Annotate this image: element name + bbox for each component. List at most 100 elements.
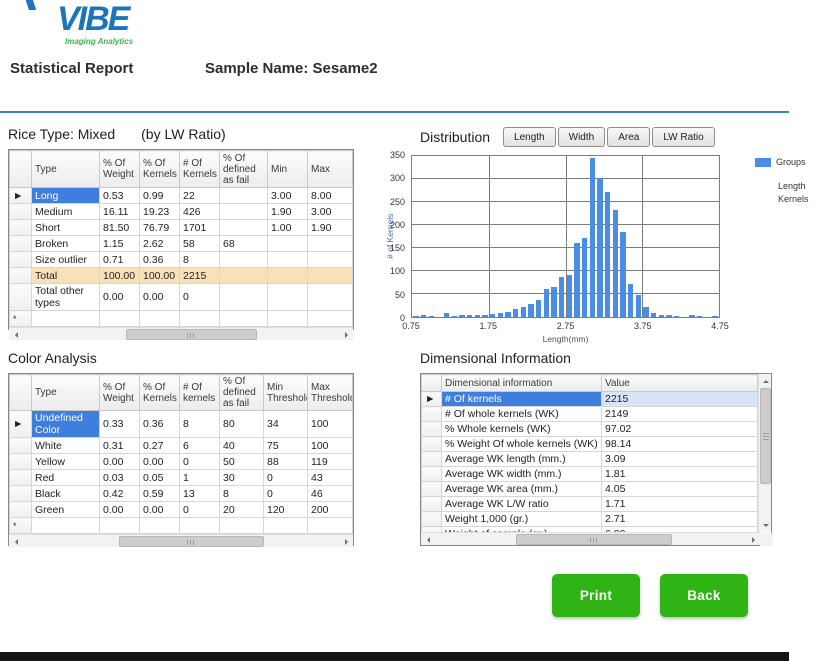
cell-metric-name[interactable]: # Of whole kernels (WK) — [442, 407, 602, 422]
cell-max-threshold[interactable]: 200 — [308, 502, 353, 518]
cell-type[interactable]: Short — [32, 220, 100, 236]
cell-metric-value[interactable]: 1.71 — [602, 497, 758, 512]
cell-num-kernels[interactable]: 0 — [180, 284, 220, 311]
cell-max-threshold[interactable]: 119 — [308, 454, 353, 470]
cell-min[interactable]: 1.90 — [268, 204, 308, 220]
cell-metric-name[interactable]: % Whole kernels (WK) — [442, 422, 602, 437]
row-selector-cell[interactable]: ► — [10, 411, 32, 438]
cell-num-kernels[interactable]: 22 — [180, 188, 220, 204]
cell-pct-fail[interactable] — [220, 268, 268, 284]
row-selector-cell[interactable]: ► — [10, 188, 32, 204]
cell-max-threshold[interactable]: 100 — [308, 411, 353, 438]
column-header-pct-fail[interactable]: % Of defined as fail — [220, 375, 264, 411]
cell-pct-fail[interactable]: 80 — [220, 411, 264, 438]
new-row-marker[interactable]: * — [10, 518, 32, 534]
cell-num-kernels[interactable]: 8 — [180, 252, 220, 268]
cell-metric-value[interactable]: 97.02 — [602, 422, 758, 437]
row-selector-cell[interactable] — [10, 454, 32, 470]
cell-pct-fail[interactable] — [220, 284, 268, 311]
cell-empty[interactable] — [32, 311, 100, 327]
cell-min-threshold[interactable]: 75 — [264, 438, 308, 454]
cell-empty[interactable] — [308, 518, 353, 534]
cell-pct-weight[interactable]: 1.15 — [100, 236, 140, 252]
cell-pct-kernels[interactable]: 100.00 — [140, 268, 180, 284]
row-selector-cell[interactable] — [10, 284, 32, 311]
cell-type[interactable]: Broken — [32, 236, 100, 252]
row-selector-cell[interactable] — [422, 407, 442, 422]
scrollbar-thumb[interactable] — [516, 534, 672, 545]
cell-min[interactable] — [268, 284, 308, 311]
vertical-scrollbar[interactable] — [758, 374, 771, 532]
cell-num-kernels[interactable]: 58 — [180, 236, 220, 252]
cell-pct-kernels[interactable]: 0.27 — [140, 438, 180, 454]
cell-min-threshold[interactable]: 34 — [264, 411, 308, 438]
cell-max[interactable] — [308, 268, 353, 284]
scroll-right-icon[interactable] — [340, 535, 353, 548]
cell-empty[interactable] — [100, 311, 140, 327]
scrollbar-thumb[interactable] — [126, 329, 257, 340]
column-header-min-threshold[interactable]: Min Threshold — [264, 375, 308, 411]
column-header-value[interactable]: Value — [602, 375, 758, 392]
column-header-pct-kernels[interactable]: % Of Kernels — [140, 151, 180, 188]
cell-empty[interactable] — [32, 518, 100, 534]
cell-min-threshold[interactable]: 0 — [264, 470, 308, 486]
cell-pct-weight[interactable]: 0.42 — [100, 486, 140, 502]
scroll-down-icon[interactable] — [759, 519, 771, 532]
cell-metric-value[interactable]: 2.71 — [602, 512, 758, 527]
cell-pct-kernels[interactable]: 19.23 — [140, 204, 180, 220]
scroll-right-icon[interactable] — [747, 533, 760, 546]
row-selector-cell[interactable] — [10, 486, 32, 502]
cell-pct-kernels[interactable]: 2.62 — [140, 236, 180, 252]
cell-num-kernels[interactable]: 1701 — [180, 220, 220, 236]
row-selector-cell[interactable] — [10, 220, 32, 236]
cell-pct-kernels[interactable]: 76.79 — [140, 220, 180, 236]
cell-min[interactable]: 3.00 — [268, 188, 308, 204]
row-header-corner[interactable] — [422, 375, 442, 392]
cell-empty[interactable] — [180, 518, 220, 534]
cell-pct-weight[interactable]: 100.00 — [100, 268, 140, 284]
row-selector-cell[interactable] — [10, 438, 32, 454]
row-selector-cell[interactable]: ► — [422, 392, 442, 407]
cell-max[interactable]: 3.00 — [308, 204, 353, 220]
horizontal-scrollbar[interactable] — [421, 532, 760, 545]
column-header-pct-fail[interactable]: % Of defined as fail — [220, 151, 268, 188]
cell-num-kernels[interactable]: 426 — [180, 204, 220, 220]
back-button[interactable]: Back — [660, 574, 748, 617]
cell-pct-fail[interactable] — [220, 204, 268, 220]
cell-pct-weight[interactable]: 0.31 — [100, 438, 140, 454]
cell-metric-name[interactable]: Average WK length (mm.) — [442, 452, 602, 467]
column-header-pct-kernels[interactable]: % Of Kernels — [140, 375, 180, 411]
cell-pct-weight[interactable]: 0.00 — [100, 502, 140, 518]
cell-max-threshold[interactable]: 43 — [308, 470, 353, 486]
cell-metric-value[interactable]: 3.09 — [602, 452, 758, 467]
cell-max[interactable] — [308, 236, 353, 252]
cell-pct-weight[interactable]: 0.03 — [100, 470, 140, 486]
cell-pct-kernels[interactable]: 0.00 — [140, 502, 180, 518]
row-selector-cell[interactable] — [422, 497, 442, 512]
cell-num-kernels[interactable]: 0 — [180, 454, 220, 470]
cell-pct-kernels[interactable]: 0.00 — [140, 454, 180, 470]
row-selector-cell[interactable] — [10, 252, 32, 268]
cell-type[interactable]: Black — [32, 486, 100, 502]
cell-pct-weight[interactable]: 0.71 — [100, 252, 140, 268]
cell-metric-name[interactable]: % Weight Of whole kernels (WK) — [442, 437, 602, 452]
cell-type[interactable]: Green — [32, 502, 100, 518]
cell-num-kernels[interactable]: 0 — [180, 502, 220, 518]
cell-empty[interactable] — [220, 311, 268, 327]
row-selector-cell[interactable] — [422, 422, 442, 437]
cell-type[interactable]: Long — [32, 188, 100, 204]
cell-empty[interactable] — [268, 311, 308, 327]
print-button[interactable]: Print — [552, 574, 640, 617]
row-selector-cell[interactable] — [10, 204, 32, 220]
scroll-left-icon[interactable] — [421, 533, 434, 546]
cell-pct-weight[interactable]: 81.50 — [100, 220, 140, 236]
cell-pct-kernels[interactable]: 0.59 — [140, 486, 180, 502]
row-header-corner[interactable] — [10, 151, 32, 188]
cell-min[interactable] — [268, 236, 308, 252]
cell-num-kernels[interactable]: 6 — [180, 438, 220, 454]
cell-type[interactable]: Total — [32, 268, 100, 284]
horizontal-scrollbar[interactable] — [9, 327, 353, 340]
cell-metric-name[interactable]: Average WK L/W ratio — [442, 497, 602, 512]
row-selector-cell[interactable] — [422, 452, 442, 467]
cell-pct-fail[interactable]: 68 — [220, 236, 268, 252]
